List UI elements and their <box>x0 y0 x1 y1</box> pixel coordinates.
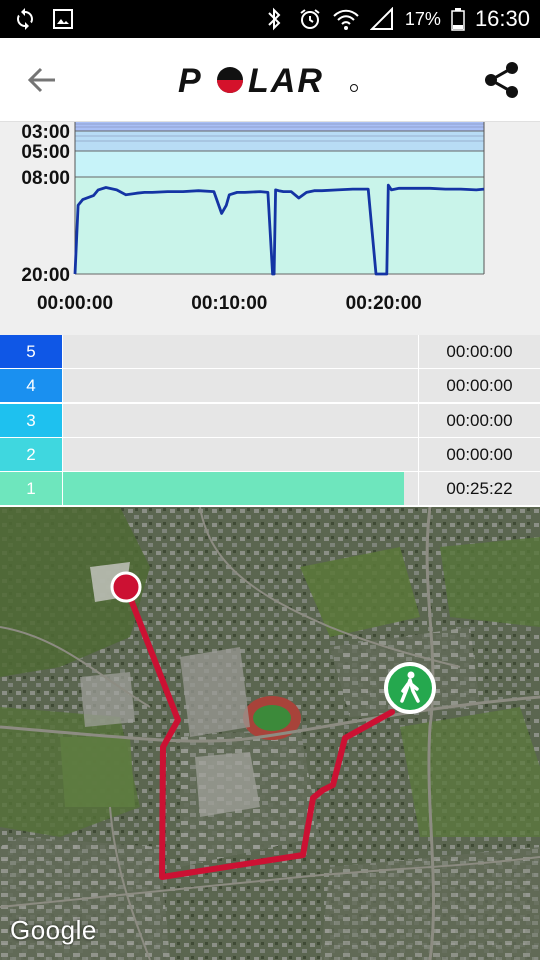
alarm-icon <box>297 6 323 32</box>
zone-label: 3 <box>0 404 62 437</box>
pace-chart[interactable]: 03:00 05:00 08:00 20:00 00:00:00 00:10:00 00:2… <box>0 122 540 335</box>
y-tick-label: 05:00 <box>21 142 70 163</box>
google-attribution: Google <box>10 915 97 945</box>
x-tick-label: 00:00:00 <box>37 293 113 314</box>
gallery-icon <box>50 6 76 32</box>
zone-label: 2 <box>0 438 62 471</box>
zone-time: 00:25:22 <box>419 472 540 505</box>
zone-label: 1 <box>0 472 62 505</box>
end-marker <box>384 662 436 714</box>
zone-label: 5 <box>0 335 62 368</box>
zone-band <box>75 122 484 131</box>
battery-percent: 17% <box>404 8 441 29</box>
zone-row: 1 00:25:22 <box>0 472 540 506</box>
zone-table: 5 00:00:00 4 00:00:00 3 00:00:00 2 00:00… <box>0 335 540 507</box>
share-icon <box>485 62 518 98</box>
zone-row: 3 00:00:00 <box>0 404 540 438</box>
zone-time: 00:00:00 <box>419 335 540 368</box>
polar-logo: P LAR <box>178 62 362 100</box>
route-map[interactable]: Google <box>0 507 540 960</box>
zone-row: 5 00:00:00 <box>0 335 540 369</box>
y-tick-label: 20:00 <box>21 265 70 286</box>
zone-bar-track <box>63 335 418 368</box>
zone-label: 4 <box>0 369 62 402</box>
zone-time: 00:00:00 <box>419 369 540 402</box>
y-tick-label: 08:00 <box>21 168 70 189</box>
bluetooth-icon <box>261 6 287 32</box>
map-imagery <box>0 507 540 960</box>
zone-time: 00:00:00 <box>419 404 540 437</box>
clock: 16:30 <box>474 6 530 31</box>
signal-icon <box>369 6 395 32</box>
status-bar: 17% 16:30 <box>0 0 540 38</box>
zone-band <box>75 151 484 177</box>
share-button[interactable] <box>480 58 524 102</box>
start-marker <box>110 571 142 603</box>
zone-bar-fill <box>63 472 404 505</box>
arrow-back-icon <box>27 67 55 93</box>
zone-bar-track <box>63 369 418 402</box>
wifi-icon <box>333 6 359 32</box>
x-tick-label: 00:20:00 <box>346 293 422 314</box>
y-tick-label: 03:00 <box>21 122 70 143</box>
x-tick-label: 00:10:00 <box>191 293 267 314</box>
zone-time: 00:00:00 <box>419 438 540 471</box>
zone-bar-track <box>63 472 418 505</box>
back-button[interactable] <box>22 62 62 98</box>
battery-icon <box>451 6 465 32</box>
app-bar: P LAR <box>0 38 540 122</box>
svg-text:P: P <box>178 62 203 98</box>
sync-icon <box>12 6 38 32</box>
zone-row: 4 00:00:00 <box>0 369 540 403</box>
svg-text:LAR: LAR <box>248 62 324 98</box>
zone-bar-track <box>63 438 418 471</box>
zone-bar-track <box>63 404 418 437</box>
zone-row: 2 00:00:00 <box>0 438 540 472</box>
